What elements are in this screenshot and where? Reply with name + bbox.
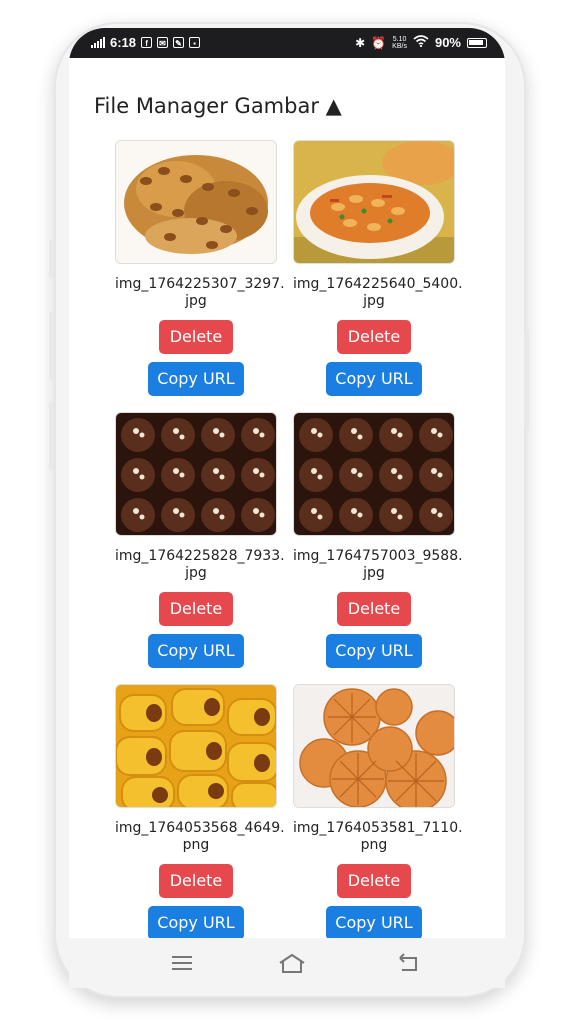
image-thumbnail[interactable] [293,412,455,536]
image-thumbnail[interactable] [293,684,455,808]
delete-button[interactable]: Delete [337,320,411,354]
volume-down-button [49,402,54,470]
image-thumbnail[interactable] [115,684,277,808]
edit-icon: ✎ [173,37,185,48]
file-card: img_1764225307_3297. jpg Delete Copy URL [115,140,285,396]
net-speed: 5.10 KB/s [392,36,407,50]
alarm-icon: ⏰ [371,35,387,50]
power-button [524,330,529,430]
file-name: img_1764225307_3297. jpg [115,276,285,309]
shell-cookies-image [294,685,454,807]
navigation-bar [69,938,505,988]
battery-icon [467,37,487,48]
chocolate-pralines-image [116,413,276,535]
volume-button [49,240,54,278]
chocolate-pralines-image [294,413,454,535]
file-name: img_1764225828_7933. jpg [115,548,285,581]
signal-icon [91,37,105,48]
home-icon[interactable] [277,952,307,974]
bluetooth-icon: ✱ [355,35,366,50]
copy-url-button[interactable]: Copy URL [326,362,422,396]
menu-icon[interactable] [169,952,195,974]
copy-url-button[interactable]: Copy URL [326,634,422,668]
page-title: File Manager Gambar ▲ [94,94,342,118]
delete-button[interactable]: Delete [337,592,411,626]
spicy-nut-snack-image [294,141,454,263]
file-name: img_1764225640_5400. jpg [293,276,463,309]
delete-button[interactable]: Delete [159,592,233,626]
delete-button[interactable]: Delete [337,864,411,898]
file-card: img_1764225640_5400. jpg Delete Copy URL [293,140,463,396]
delete-button[interactable]: Delete [159,864,233,898]
delete-button[interactable]: Delete [159,320,233,354]
image-thumbnail[interactable] [115,140,277,264]
copy-url-button[interactable]: Copy URL [148,906,244,938]
net-speed-unit: KB/s [392,42,407,50]
peanut-brittle-image [116,141,276,263]
facebook-icon: f [141,37,153,48]
file-card: img_1764053581_7110. png Delete Copy URL [293,684,463,938]
file-name: img_1764053581_7110. png [293,820,463,853]
file-name: img_1764757003_9588. jpg [293,548,463,581]
file-card: img_1764053568_4649. png Delete Copy URL [115,684,285,938]
copy-url-button[interactable]: Copy URL [148,634,244,668]
pineapple-tarts-image [116,685,276,807]
file-card: img_1764225828_7933. jpg Delete Copy URL [115,412,285,668]
copy-url-button[interactable]: Copy URL [148,362,244,396]
back-icon[interactable] [395,952,421,974]
volume-up-button [49,312,54,380]
status-time: 6:18 [110,35,137,50]
bag-icon: ▪ [189,37,201,48]
wifi-icon [413,35,429,50]
file-card: img_1764757003_9588. jpg Delete Copy URL [293,412,463,668]
copy-url-button[interactable]: Copy URL [326,906,422,938]
mail-icon: ✉ [157,37,169,48]
battery-percent: 90% [434,35,461,50]
image-thumbnail[interactable] [293,140,455,264]
image-thumbnail[interactable] [115,412,277,536]
file-name: img_1764053568_4649. png [115,820,285,853]
status-bar: 6:18 f ✉ ✎ ▪ ✱ ⏰ 5.10 KB/s 90% [69,28,505,58]
net-speed-value: 5.10 [392,35,407,43]
screen: 6:18 f ✉ ✎ ▪ ✱ ⏰ 5.10 KB/s 90% File Manag… [69,28,505,938]
